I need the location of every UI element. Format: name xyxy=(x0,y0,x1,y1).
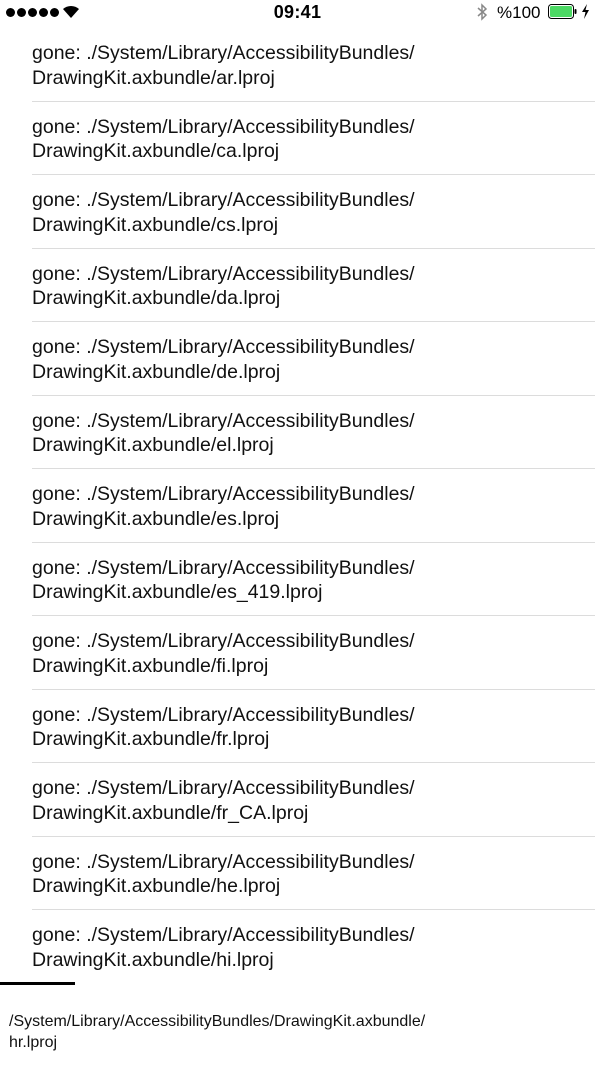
list-item[interactable]: gone: ./System/Library/AccessibilityBund… xyxy=(0,28,595,102)
list-item-line2: DrawingKit.axbundle/cs.lproj xyxy=(32,213,279,236)
battery-percent: %100 xyxy=(497,3,541,22)
list-item-text: gone: ./System/Library/AccessibilityBund… xyxy=(32,923,595,972)
list-item-line2: DrawingKit.axbundle/el.lproj xyxy=(32,434,274,456)
list-item-line1: gone: ./System/Library/AccessibilityBund… xyxy=(32,409,415,432)
current-path-text: /System/Library/AccessibilityBundles/Dra… xyxy=(9,1011,425,1053)
list-item[interactable]: gone: ./System/Library/AccessibilityBund… xyxy=(0,102,595,176)
list-item-line2: DrawingKit.axbundle/es_419.lproj xyxy=(32,581,323,603)
list-item-text: gone: ./System/Library/AccessibilityBund… xyxy=(32,188,595,237)
list-item-line2: DrawingKit.axbundle/ar.lproj xyxy=(32,66,275,89)
list-item[interactable]: gone: ./System/Library/AccessibilityBund… xyxy=(0,469,595,543)
list-item-line2: DrawingKit.axbundle/da.lproj xyxy=(32,287,281,309)
progress-bar xyxy=(0,982,75,985)
list-item-line2: DrawingKit.axbundle/de.lproj xyxy=(32,360,281,383)
charging-icon xyxy=(582,4,589,19)
list-item[interactable]: gone: ./System/Library/AccessibilityBund… xyxy=(0,910,595,984)
list-item[interactable]: gone: ./System/Library/AccessibilityBund… xyxy=(0,616,595,690)
list-item-line2: DrawingKit.axbundle/he.lproj xyxy=(32,875,281,897)
current-path-line1: /System/Library/AccessibilityBundles/Dra… xyxy=(9,1013,426,1030)
list-item-text: gone: ./System/Library/AccessibilityBund… xyxy=(32,556,595,605)
list-item-line2: DrawingKit.axbundle/ca.lproj xyxy=(32,140,280,162)
list-item-line2: DrawingKit.axbundle/hi.lproj xyxy=(32,948,274,971)
list-item[interactable]: gone: ./System/Library/AccessibilityBund… xyxy=(0,249,595,323)
battery-icon xyxy=(548,4,577,19)
list-item[interactable]: gone: ./System/Library/AccessibilityBund… xyxy=(0,763,595,837)
status-bar: 09:41 %100 xyxy=(0,0,595,26)
list-item-line2: DrawingKit.axbundle/es.lproj xyxy=(32,507,280,530)
list-item-text: gone: ./System/Library/AccessibilityBund… xyxy=(32,335,595,384)
list-item-text: gone: ./System/Library/AccessibilityBund… xyxy=(32,482,595,531)
list-item-text: gone: ./System/Library/AccessibilityBund… xyxy=(32,850,595,899)
list-item-line1: gone: ./System/Library/AccessibilityBund… xyxy=(32,262,415,285)
list-item-line2: DrawingKit.axbundle/fr_CA.lproj xyxy=(32,801,309,824)
list-item-text: gone: ./System/Library/AccessibilityBund… xyxy=(32,776,595,825)
list-item-line1: gone: ./System/Library/AccessibilityBund… xyxy=(32,115,415,138)
bluetooth-icon xyxy=(477,3,488,21)
list-item-line1: gone: ./System/Library/AccessibilityBund… xyxy=(32,703,415,726)
list-item-line1: gone: ./System/Library/AccessibilityBund… xyxy=(32,189,415,211)
list-item-line2: DrawingKit.axbundle/fi.lproj xyxy=(32,654,269,677)
list-item-text: gone: ./System/Library/AccessibilityBund… xyxy=(32,703,595,752)
list-item-line1: gone: ./System/Library/AccessibilityBund… xyxy=(32,777,415,799)
list-item[interactable]: gone: ./System/Library/AccessibilityBund… xyxy=(0,322,595,396)
list-item-text: gone: ./System/Library/AccessibilityBund… xyxy=(32,629,595,678)
list-item-line2: DrawingKit.axbundle/fr.lproj xyxy=(32,728,270,750)
list-item-line1: gone: ./System/Library/AccessibilityBund… xyxy=(32,556,415,579)
list-item-line1: gone: ./System/Library/AccessibilityBund… xyxy=(32,924,415,946)
list-item[interactable]: gone: ./System/Library/AccessibilityBund… xyxy=(0,690,595,764)
list-item[interactable]: gone: ./System/Library/AccessibilityBund… xyxy=(0,543,595,617)
list-item[interactable]: gone: ./System/Library/AccessibilityBund… xyxy=(0,837,595,911)
current-path-line2: hr.lproj xyxy=(9,1034,58,1051)
list-item-line1: gone: ./System/Library/AccessibilityBund… xyxy=(32,483,415,505)
list-item-text: gone: ./System/Library/AccessibilityBund… xyxy=(32,409,595,458)
list-item-line1: gone: ./System/Library/AccessibilityBund… xyxy=(32,42,415,64)
list-item-text: gone: ./System/Library/AccessibilityBund… xyxy=(32,262,595,311)
list-item[interactable]: gone: ./System/Library/AccessibilityBund… xyxy=(0,396,595,470)
list-item[interactable]: gone: ./System/Library/AccessibilityBund… xyxy=(0,175,595,249)
list-item-text: gone: ./System/Library/AccessibilityBund… xyxy=(32,41,595,90)
list-item-line1: gone: ./System/Library/AccessibilityBund… xyxy=(32,336,415,358)
log-list[interactable]: gone: ./System/Library/AccessibilityBund… xyxy=(0,28,595,984)
list-item-text: gone: ./System/Library/AccessibilityBund… xyxy=(32,115,595,164)
list-item-line1: gone: ./System/Library/AccessibilityBund… xyxy=(32,850,415,873)
list-item-line1: gone: ./System/Library/AccessibilityBund… xyxy=(32,630,415,652)
